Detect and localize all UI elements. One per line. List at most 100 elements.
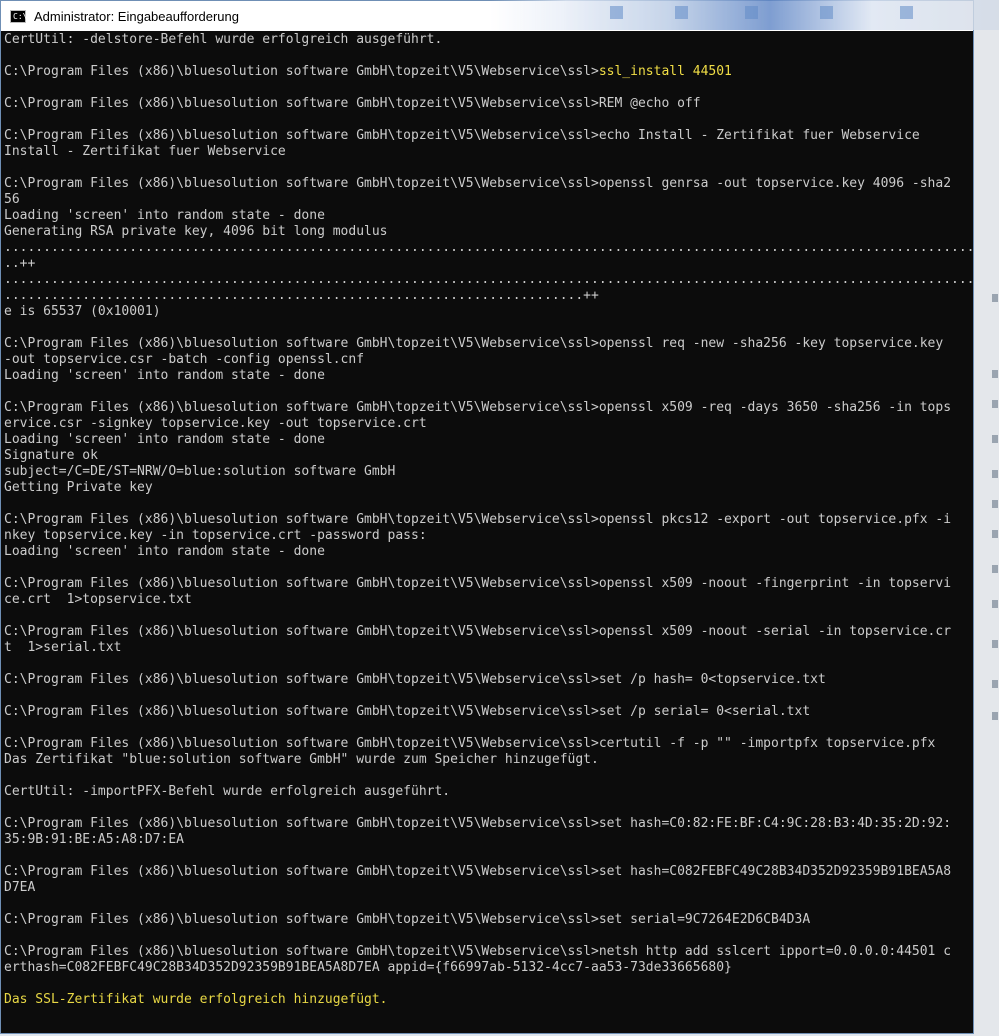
- console-line: C:\Program Files (x86)\bluesolution soft…: [4, 96, 972, 112]
- console-icon-glyph: C:\: [13, 11, 28, 21]
- console-line: Install - Zertifikat fuer Webservice: [4, 144, 972, 160]
- console-line: ce.crt 1>topservice.txt: [4, 592, 972, 608]
- gutter-mark: [992, 565, 998, 573]
- console-line: 35:9B:91:BE:A5:A8:D7:EA: [4, 832, 972, 848]
- output-text: C:\Program Files (x86)\bluesolution soft…: [4, 944, 952, 959]
- console-line: C:\Program Files (x86)\bluesolution soft…: [4, 736, 972, 752]
- console-line: t 1>serial.txt: [4, 640, 972, 656]
- output-text: C:\Program Files (x86)\bluesolution soft…: [4, 512, 952, 527]
- gutter-mark: [992, 530, 998, 538]
- console-line: ........................................…: [4, 240, 972, 256]
- output-text: ce.crt 1>topservice.txt: [4, 592, 192, 607]
- success-message: Das SSL-Zertifikat wurde erfolgreich hin…: [4, 992, 388, 1007]
- console-line: Loading 'screen' into random state - don…: [4, 208, 972, 224]
- console-line: [4, 1008, 972, 1024]
- console-line: [4, 976, 972, 992]
- console-line: [4, 848, 972, 864]
- console-line: Loading 'screen' into random state - don…: [4, 368, 972, 384]
- console-line: C:\Program Files (x86)\bluesolution soft…: [4, 672, 972, 688]
- output-text: ervice.csr -signkey topservice.key -out …: [4, 416, 427, 431]
- output-text: CertUtil: -delstore-Befehl wurde erfolgr…: [4, 32, 443, 47]
- output-text: Loading 'screen' into random state - don…: [4, 432, 325, 447]
- output-text: Loading 'screen' into random state - don…: [4, 544, 325, 559]
- output-text: Generating RSA private key, 4096 bit lon…: [4, 224, 388, 239]
- console-line: [4, 896, 972, 912]
- console-line: [4, 160, 972, 176]
- console-icon: C:\: [10, 9, 28, 23]
- output-text: C:\Program Files (x86)\bluesolution soft…: [4, 96, 701, 111]
- output-text: 35:9B:91:BE:A5:A8:D7:EA: [4, 832, 185, 847]
- console-line: erthash=C082FEBFC49C28B34D352D92359B91BE…: [4, 960, 972, 976]
- user-command-text: ssl_install 44501: [598, 64, 732, 79]
- console-line: [4, 608, 972, 624]
- blurred-tile: [900, 6, 913, 19]
- console-line: Loading 'screen' into random state - don…: [4, 432, 972, 448]
- console-line: C:\Program Files (x86)\bluesolution soft…: [4, 176, 972, 192]
- console-line: [4, 560, 972, 576]
- output-text: Getting Private key: [4, 480, 153, 495]
- blurred-tile: [745, 6, 758, 19]
- output-text: erthash=C082FEBFC49C28B34D352D92359B91BE…: [4, 960, 732, 975]
- output-text: C:\Program Files (x86)\bluesolution soft…: [4, 400, 952, 415]
- console-line: nkey topservice.key -in topservice.crt -…: [4, 528, 972, 544]
- output-text: D7EA: [4, 880, 36, 895]
- console-line: ........................................…: [4, 288, 972, 304]
- console-line: [4, 688, 972, 704]
- console-line: -out topservice.csr -batch -config opens…: [4, 352, 972, 368]
- console-line: [4, 928, 972, 944]
- command-prompt-window: C:\ Administrator: Eingabeaufforderung C…: [0, 0, 974, 1034]
- console-line: [4, 112, 972, 128]
- console-line: Getting Private key: [4, 480, 972, 496]
- output-text: ........................................…: [4, 272, 972, 287]
- output-text: C:\Program Files (x86)\bluesolution soft…: [4, 176, 952, 191]
- gutter-mark: [992, 294, 998, 302]
- console-line: D7EA: [4, 880, 972, 896]
- console-line: C:\Program Files (x86)\bluesolution soft…: [4, 944, 972, 960]
- gutter-mark: [992, 640, 998, 648]
- output-text: C:\Program Files (x86)\bluesolution soft…: [4, 912, 811, 927]
- output-text: C:\Program Files (x86)\bluesolution soft…: [4, 576, 952, 591]
- output-text: C:\Program Files (x86)\bluesolution soft…: [4, 816, 952, 831]
- console-line: subject=/C=DE/ST=NRW/O=blue:solution sof…: [4, 464, 972, 480]
- console-line: e is 65537 (0x10001): [4, 304, 972, 320]
- console-line: CertUtil: -delstore-Befehl wurde erfolgr…: [4, 32, 972, 48]
- console-line: Das SSL-Zertifikat wurde erfolgreich hin…: [4, 992, 972, 1008]
- output-text: Signature ok: [4, 448, 98, 463]
- output-text: C:\Program Files (x86)\bluesolution soft…: [4, 736, 936, 751]
- console-line: C:\Program Files (x86)\bluesolution soft…: [4, 336, 972, 352]
- console-line: [4, 768, 972, 784]
- console-output[interactable]: CertUtil: -delstore-Befehl wurde erfolgr…: [4, 32, 972, 1028]
- console-line: ervice.csr -signkey topservice.key -out …: [4, 416, 972, 432]
- output-text: ..++: [4, 256, 36, 271]
- output-text: C:\Program Files (x86)\bluesolution soft…: [4, 624, 952, 639]
- output-text: Loading 'screen' into random state - don…: [4, 208, 325, 223]
- console-line: [4, 496, 972, 512]
- console-line: C:\Program Files (x86)\bluesolution soft…: [4, 864, 972, 880]
- gutter-mark: [992, 435, 998, 443]
- prompt-text: C:\Program Files (x86)\bluesolution soft…: [4, 64, 599, 79]
- console-line: C:\Program Files (x86)\bluesolution soft…: [4, 64, 972, 80]
- output-text: C:\Program Files (x86)\bluesolution soft…: [4, 128, 920, 143]
- output-text: ........................................…: [4, 240, 972, 255]
- console-line: Loading 'screen' into random state - don…: [4, 544, 972, 560]
- output-text: ........................................…: [4, 288, 599, 303]
- console-line: C:\Program Files (x86)\bluesolution soft…: [4, 624, 972, 640]
- console-line: [4, 320, 972, 336]
- console-line: C:\Program Files (x86)\bluesolution soft…: [4, 704, 972, 720]
- gutter-mark: [992, 712, 998, 720]
- console-line: ........................................…: [4, 272, 972, 288]
- output-text: e is 65537 (0x10001): [4, 304, 161, 319]
- output-text: t 1>serial.txt: [4, 640, 122, 655]
- blurred-tile: [820, 6, 833, 19]
